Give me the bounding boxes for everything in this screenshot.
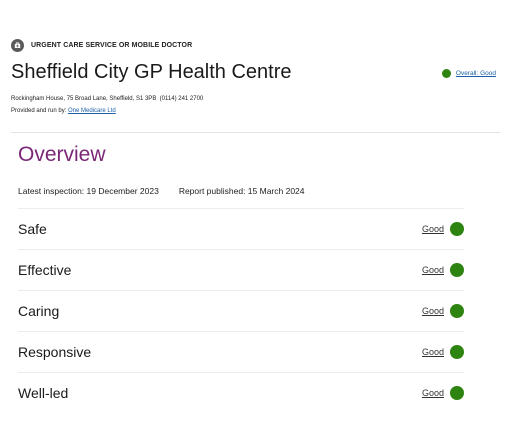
good-rating-icon xyxy=(450,222,464,236)
latest-inspection: Latest inspection: 19 December 2023 xyxy=(18,186,159,196)
good-rating-icon xyxy=(450,304,464,318)
service-type: URGENT CARE SERVICE OR MOBILE DOCTOR xyxy=(11,39,192,52)
rating-category: Safe xyxy=(18,221,47,237)
overall-rating: Overall: Good xyxy=(441,69,496,78)
rating-row-effective[interactable]: Effective Good xyxy=(18,249,464,290)
phone-number: (0114) 241 2700 xyxy=(159,96,204,102)
rating-category: Effective xyxy=(18,262,72,278)
rating-row-responsive[interactable]: Responsive Good xyxy=(18,331,464,372)
good-rating-icon xyxy=(450,386,464,400)
overview-heading: Overview xyxy=(18,143,106,166)
overall-rating-link[interactable]: Overall: Good xyxy=(456,70,496,77)
service-type-label: URGENT CARE SERVICE OR MOBILE DOCTOR xyxy=(31,42,193,49)
provider-prefix: Provided and run by: xyxy=(11,108,67,114)
good-rating-icon xyxy=(441,69,451,78)
rating-row-caring[interactable]: Caring Good xyxy=(18,290,464,331)
divider xyxy=(11,132,500,133)
provider-line: Provided and run by: One Medicare Ltd xyxy=(11,108,116,114)
rating-category: Well-led xyxy=(18,385,69,401)
provider-link[interactable]: One Medicare Ltd xyxy=(68,108,116,114)
rating-link[interactable]: Good xyxy=(422,388,444,398)
good-rating-icon xyxy=(450,263,464,277)
rating-link[interactable]: Good xyxy=(422,306,444,316)
report-published: Report published: 15 March 2024 xyxy=(178,186,305,196)
inspection-info: Latest inspection: 19 December 2023 Repor… xyxy=(18,186,305,196)
rating-link[interactable]: Good xyxy=(422,347,444,357)
rating-link[interactable]: Good xyxy=(422,265,444,275)
page-title: Sheffield City GP Health Centre xyxy=(11,61,292,83)
rating-link[interactable]: Good xyxy=(422,224,444,234)
address-line: Rockingham House, 75 Broad Lane, Sheffie… xyxy=(11,96,203,102)
rating-row-safe[interactable]: Safe Good xyxy=(18,208,464,249)
rating-category: Caring xyxy=(18,303,60,319)
rating-row-well-led[interactable]: Well-led Good xyxy=(18,372,464,413)
urgent-care-icon xyxy=(11,39,24,52)
address: Rockingham House, 75 Broad Lane, Sheffie… xyxy=(11,96,157,102)
good-rating-icon xyxy=(450,345,464,359)
rating-category: Responsive xyxy=(18,344,92,360)
ratings-list: Safe Good Effective Good Caring Good Res… xyxy=(18,208,464,413)
